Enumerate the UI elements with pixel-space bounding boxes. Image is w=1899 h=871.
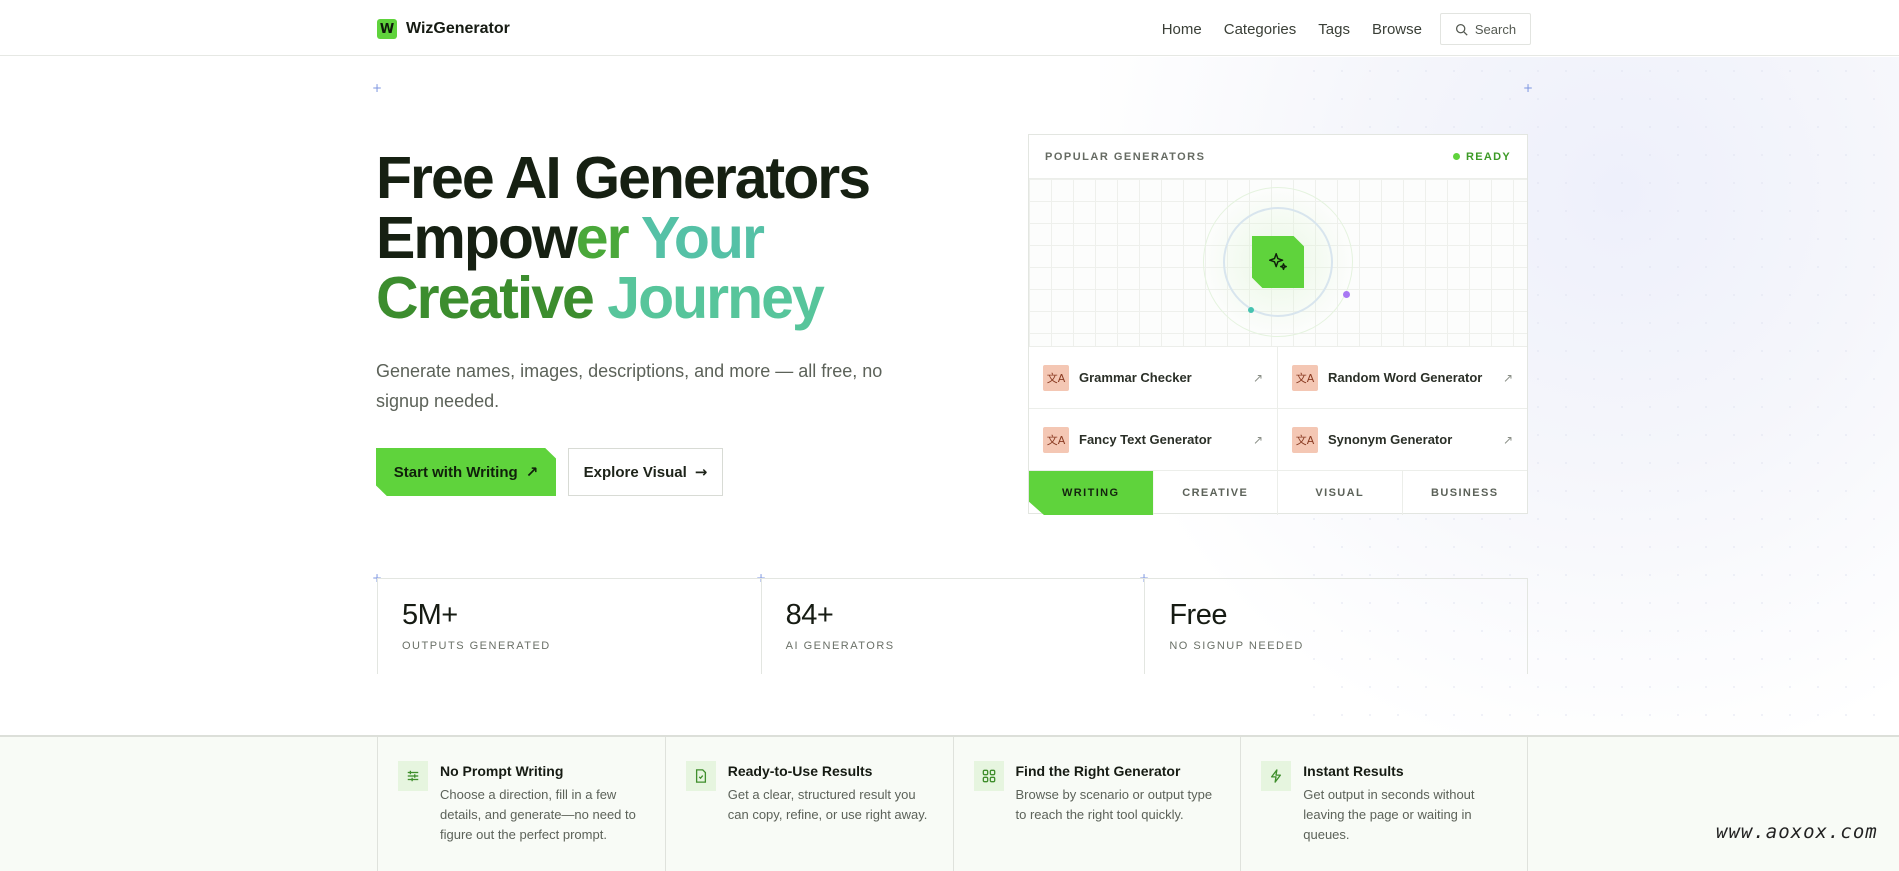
generator-name: Synonym Generator bbox=[1328, 432, 1453, 447]
arrow-up-right-icon: ↗ bbox=[525, 463, 539, 481]
corner-marker: + bbox=[372, 81, 383, 95]
corner-marker: + bbox=[1523, 81, 1534, 95]
arrow-up-right-icon: ↗ bbox=[1252, 370, 1263, 385]
orbit-dot bbox=[1343, 291, 1350, 298]
logo[interactable]: W WizGenerator bbox=[377, 19, 510, 39]
generator-name: Random Word Generator bbox=[1328, 370, 1483, 385]
category-tabs: WRITING CREATIVE VISUAL BUSINESS bbox=[1029, 471, 1527, 515]
hero-title-line-1: Free AI Generators bbox=[376, 145, 871, 211]
popular-generators-card: POPULAR GENERATORS READY 文A Grammar Chec… bbox=[1028, 134, 1528, 515]
feature-title: Ready-to-Use Results bbox=[727, 763, 873, 779]
site-header: W WizGenerator Home Categories Tags Brow… bbox=[0, 0, 1899, 56]
nav-categories[interactable]: Categories bbox=[1224, 21, 1297, 38]
explore-visual-button[interactable]: Explore Visual → bbox=[568, 448, 723, 496]
tab-business[interactable]: BUSINESS bbox=[1403, 471, 1528, 515]
status-badge: READY bbox=[1452, 150, 1511, 163]
stats-row: 5M+ OUTPUTS GENERATED 84+ AI GENERATORS … bbox=[377, 578, 1528, 674]
nav-browse[interactable]: Browse bbox=[1372, 21, 1422, 38]
feature-title: No Prompt Writing bbox=[440, 763, 564, 779]
generator-item-synonym[interactable]: 文A Synonym Generator ↗ bbox=[1278, 409, 1527, 471]
hero-title-word: er bbox=[575, 205, 630, 271]
hero-title-word: Journey bbox=[592, 265, 825, 331]
tab-writing[interactable]: WRITING bbox=[1029, 471, 1154, 515]
stat-free: Free NO SIGNUP NEEDED bbox=[1144, 579, 1528, 674]
translate-icon: 文A bbox=[1292, 426, 1318, 453]
generator-list: 文A Grammar Checker ↗ 文A Random Word Gene… bbox=[1029, 347, 1527, 471]
hero-subtitle: Generate names, images, descriptions, an… bbox=[376, 361, 883, 411]
start-writing-button[interactable]: Start with Writing ↗ bbox=[376, 448, 556, 496]
arrow-up-right-icon: ↗ bbox=[1502, 432, 1513, 447]
logo-mark: W bbox=[377, 19, 397, 39]
hero-title: Free AI Generators Empower Your Creative… bbox=[376, 148, 936, 328]
generator-name: Fancy Text Generator bbox=[1079, 432, 1212, 447]
orbit-dot bbox=[1248, 307, 1254, 313]
arrow-up-right-icon: ↗ bbox=[1502, 370, 1513, 385]
feature-description: Choose a direction, fill in a few detail… bbox=[440, 787, 636, 842]
feature-title: Find the Right Generator bbox=[1015, 763, 1181, 779]
hero-title-word: Creative bbox=[376, 265, 595, 331]
generator-item-grammar-checker[interactable]: 文A Grammar Checker ↗ bbox=[1029, 347, 1278, 409]
status-dot bbox=[1452, 153, 1460, 160]
stat-label: NO SIGNUP NEEDED bbox=[1169, 640, 1304, 652]
hero-title-word: Empow bbox=[376, 205, 578, 271]
stat-label: OUTPUTS GENERATED bbox=[402, 640, 551, 652]
generator-item-random-word[interactable]: 文A Random Word Generator ↗ bbox=[1278, 347, 1527, 409]
feature-description: Get a clear, structured result you can c… bbox=[727, 787, 928, 822]
generator-visual bbox=[1029, 179, 1527, 347]
search-icon bbox=[1455, 23, 1468, 36]
feature-description: Browse by scenario or output type to rea… bbox=[1015, 787, 1213, 822]
start-writing-label: Start with Writing bbox=[393, 463, 518, 481]
arrow-up-right-icon: ↗ bbox=[1252, 432, 1263, 447]
card-title: POPULAR GENERATORS bbox=[1045, 150, 1206, 163]
sliders-icon bbox=[398, 761, 428, 791]
translate-icon: 文A bbox=[1043, 364, 1069, 391]
hero-title-word: Your bbox=[627, 205, 765, 271]
explore-visual-label: Explore Visual bbox=[583, 463, 687, 481]
feature-ready-results: Ready-to-Use Results Get a clear, struct… bbox=[664, 737, 953, 871]
stat-value: 5M+ bbox=[402, 599, 458, 631]
feature-find-generator: Find the Right Generator Browse by scena… bbox=[952, 737, 1241, 871]
status-text: READY bbox=[1465, 150, 1511, 163]
nav-tags[interactable]: Tags bbox=[1318, 21, 1350, 38]
hero-title-line-2: Empower Your bbox=[376, 208, 936, 268]
card-header: POPULAR GENERATORS READY bbox=[1029, 135, 1527, 179]
stat-value: 84+ bbox=[785, 599, 834, 631]
file-icon bbox=[685, 761, 716, 791]
stat-outputs: 5M+ OUTPUTS GENERATED bbox=[377, 579, 761, 674]
feature-title: Instant Results bbox=[1303, 763, 1404, 779]
stat-label: AI GENERATORS bbox=[785, 640, 895, 652]
translate-icon: 文A bbox=[1292, 364, 1318, 391]
grid-icon bbox=[973, 761, 1004, 791]
stat-value: Free bbox=[1169, 599, 1227, 631]
sparkles-icon bbox=[1252, 236, 1304, 288]
main-nav: Home Categories Tags Browse Search bbox=[1140, 13, 1531, 45]
brand-name: WizGenerator bbox=[406, 20, 510, 37]
hero-title-line-3: Creative Journey bbox=[376, 268, 936, 328]
search-label: Search bbox=[1474, 21, 1517, 37]
features-row: No Prompt Writing Choose a direction, fi… bbox=[377, 737, 1528, 871]
translate-icon: 文A bbox=[1043, 426, 1069, 453]
tab-visual[interactable]: VISUAL bbox=[1278, 471, 1403, 515]
generator-name: Grammar Checker bbox=[1079, 370, 1192, 385]
feature-instant-results: Instant Results Get output in seconds wi… bbox=[1240, 737, 1528, 871]
nav-home[interactable]: Home bbox=[1162, 21, 1202, 38]
watermark: www.aoxox.com bbox=[1716, 821, 1878, 843]
stat-generators: 84+ AI GENERATORS bbox=[760, 579, 1145, 674]
tab-creative[interactable]: CREATIVE bbox=[1154, 471, 1278, 515]
generator-item-fancy-text[interactable]: 文A Fancy Text Generator ↗ bbox=[1029, 409, 1278, 471]
arrow-right-icon: → bbox=[694, 463, 708, 481]
feature-description: Get output in seconds without leaving th… bbox=[1303, 787, 1475, 842]
features-band: No Prompt Writing Choose a direction, fi… bbox=[0, 735, 1899, 871]
search-button[interactable]: Search bbox=[1440, 13, 1531, 45]
feature-no-prompt: No Prompt Writing Choose a direction, fi… bbox=[377, 737, 665, 871]
bolt-icon bbox=[1261, 761, 1292, 791]
